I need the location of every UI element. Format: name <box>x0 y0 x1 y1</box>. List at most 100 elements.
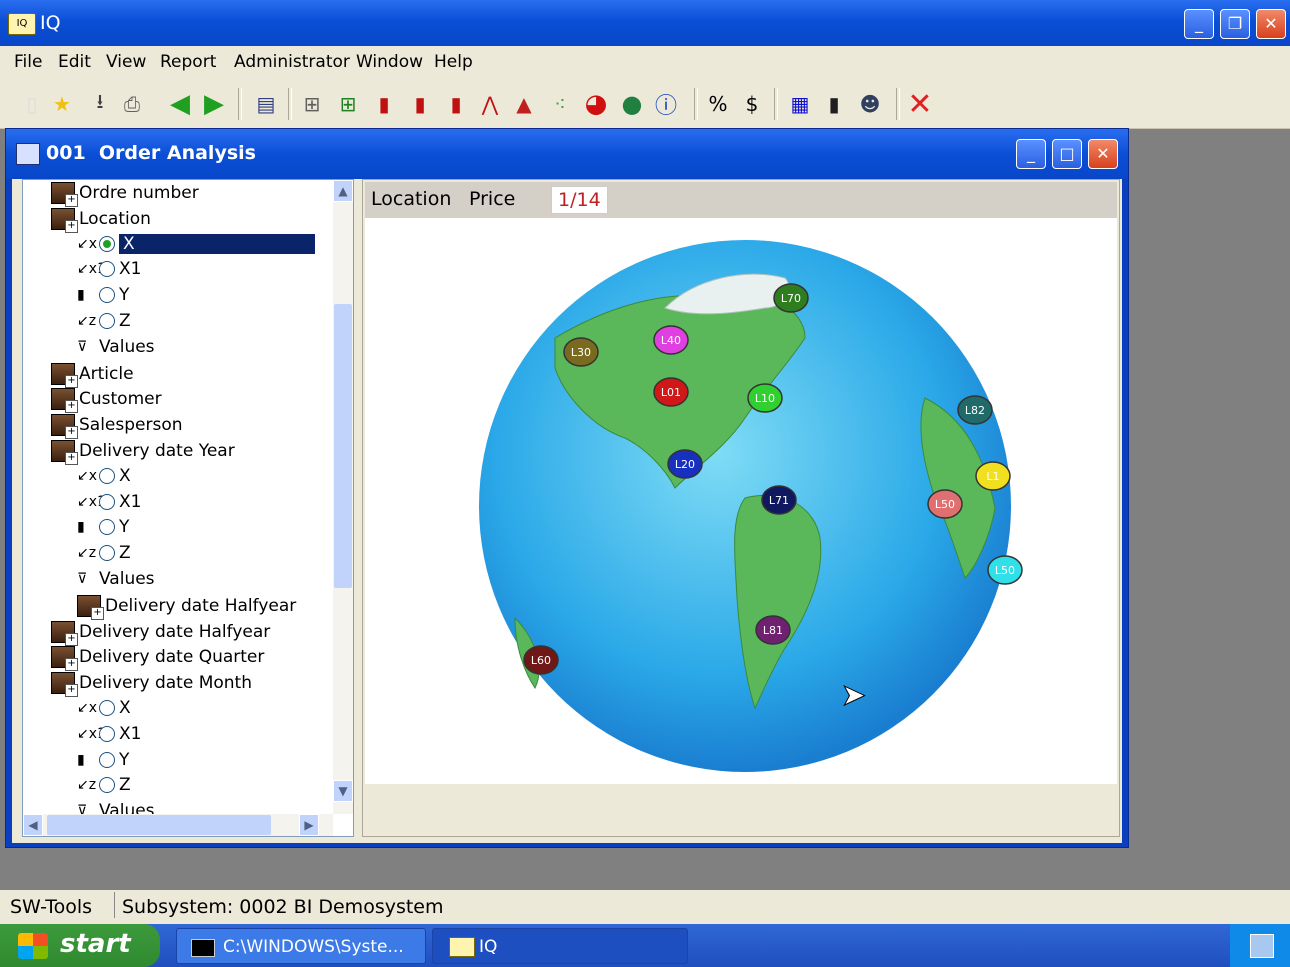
tree-row[interactable]: Delivery date Month <box>51 672 252 698</box>
header-price[interactable]: Price <box>469 188 515 210</box>
import-icon[interactable]: ⭳ <box>86 89 114 118</box>
tree-row[interactable]: ↙x1 X1 <box>77 492 141 518</box>
colors-icon[interactable]: ▦ <box>786 90 814 118</box>
axis-radio[interactable] <box>99 751 115 768</box>
axis-radio[interactable] <box>99 545 115 562</box>
location-marker[interactable]: L30 <box>563 337 599 367</box>
tree-row[interactable]: Delivery date Quarter <box>51 646 264 672</box>
menu-window[interactable]: Window <box>356 52 423 72</box>
taskbar-cmd[interactable]: C:\WINDOWS\Syste... <box>176 928 426 964</box>
app-title-bar[interactable]: IQ IQ _ ❐ ✕ <box>0 0 1290 46</box>
axis-radio[interactable] <box>99 700 115 716</box>
tree-row[interactable]: Customer <box>51 388 162 414</box>
tree-row[interactable]: Location <box>51 207 151 234</box>
pie-chart-icon[interactable]: ◕ <box>582 89 610 119</box>
globe-chart[interactable]: L70 L40 L30 L01 L10 L82 L20 L71 L1 L50 L50 L81 L60 ➤ <box>365 218 1117 784</box>
favorite-star-icon[interactable]: ★ <box>48 90 76 118</box>
globe-map-icon[interactable]: ● <box>618 90 646 118</box>
tree-row[interactable]: ↙x X <box>77 233 315 260</box>
tree-row[interactable]: Delivery date Year <box>51 440 235 466</box>
location-marker[interactable]: L1 <box>975 461 1011 491</box>
start-button[interactable]: start <box>0 924 160 967</box>
percent-icon[interactable]: % <box>704 90 732 118</box>
axis-radio[interactable] <box>99 261 115 278</box>
location-marker[interactable]: L01 <box>653 377 689 407</box>
menu-administrator[interactable]: Administrator <box>234 52 350 72</box>
tree-row[interactable]: Salesperson <box>51 414 183 440</box>
grid-icon[interactable]: ⊞ <box>298 90 326 118</box>
area-chart-icon[interactable]: ▲ <box>510 90 538 118</box>
tree-row[interactable]: ↙z Z <box>77 775 131 801</box>
add-grid-icon[interactable]: ⊞ <box>334 90 362 118</box>
taskbar-iq[interactable]: IQ <box>432 928 688 964</box>
axis-radio[interactable] <box>99 493 115 510</box>
print-icon[interactable]: ⎙ <box>118 90 146 118</box>
new-icon[interactable]: ▯ <box>18 90 46 118</box>
tree-row[interactable]: ▮ Y <box>77 750 129 776</box>
menu-report[interactable]: Report <box>160 52 216 72</box>
tree-row[interactable]: ↙z Z <box>77 311 131 337</box>
location-marker[interactable]: L60 <box>523 645 559 675</box>
forward-arrow-icon[interactable]: ▶ <box>200 89 228 119</box>
axis-radio[interactable] <box>99 467 115 484</box>
child-title-bar[interactable]: 001 Order Analysis _ □ ✕ <box>6 129 1128 179</box>
tree-row[interactable]: ↙x X <box>77 698 131 724</box>
location-marker[interactable]: L70 <box>773 283 809 313</box>
menu-view[interactable]: View <box>106 52 146 72</box>
column-chart-icon[interactable]: ▮ <box>406 90 434 118</box>
scroll-left-icon[interactable]: ◀ <box>23 814 43 836</box>
layout-icon[interactable]: ▤ <box>252 90 280 118</box>
header-location[interactable]: Location <box>371 188 451 210</box>
tree-row[interactable]: ↙z Z <box>77 543 131 569</box>
tree-row[interactable]: Ordre number <box>51 182 199 208</box>
tree-row[interactable]: ▮ Y <box>77 517 129 543</box>
tree-row[interactable]: ⊽ Values <box>77 337 155 363</box>
child-minimize-button[interactable]: _ <box>1016 139 1046 169</box>
scatter-chart-icon[interactable]: ⁖ <box>546 90 574 118</box>
traffic-light-icon[interactable]: ▮ <box>820 90 848 118</box>
axis-radio[interactable] <box>99 287 115 304</box>
users-icon[interactable]: ☻ <box>856 90 884 118</box>
tree-vertical-scrollbar[interactable]: ▲ ▼ <box>333 180 353 814</box>
child-close-button[interactable]: ✕ <box>1088 139 1118 169</box>
tree-row[interactable]: Article <box>51 362 134 389</box>
location-marker[interactable]: L20 <box>667 449 703 479</box>
delete-x-icon[interactable]: ✕ <box>906 87 934 122</box>
location-marker[interactable]: L81 <box>755 615 791 645</box>
scroll-down-icon[interactable]: ▼ <box>333 780 353 802</box>
info-icon[interactable]: ⓘ <box>652 90 680 119</box>
location-marker[interactable]: L71 <box>761 485 797 515</box>
menu-help[interactable]: Help <box>434 52 473 72</box>
scroll-up-icon[interactable]: ▲ <box>333 180 353 202</box>
location-marker[interactable]: L40 <box>653 325 689 355</box>
location-marker[interactable]: L50 <box>987 555 1023 585</box>
axis-radio[interactable] <box>99 235 115 252</box>
currency-icon[interactable]: $ <box>738 90 766 118</box>
stacked-chart-icon[interactable]: ▮ <box>442 90 470 118</box>
tree-row[interactable]: Delivery date Halfyear <box>51 620 270 647</box>
page-indicator[interactable]: 1/14 <box>551 186 608 214</box>
tree-row[interactable]: Delivery date Halfyear <box>77 594 296 621</box>
network-icon[interactable] <box>1250 934 1274 958</box>
location-marker[interactable]: L10 <box>747 383 783 413</box>
tree-row[interactable]: ↙x1 X1 <box>77 724 141 750</box>
restore-button[interactable]: ❐ <box>1220 9 1250 39</box>
axis-radio[interactable] <box>99 519 115 536</box>
dimension-tree[interactable]: Ordre numberLocation↙xX↙x1X1▮Y↙zZ⊽Values… <box>22 179 354 837</box>
scroll-right-icon[interactable]: ▶ <box>299 814 319 836</box>
child-maximize-button[interactable]: □ <box>1052 139 1082 169</box>
close-button[interactable]: ✕ <box>1256 9 1286 39</box>
menu-edit[interactable]: Edit <box>58 52 91 72</box>
location-marker[interactable]: L82 <box>957 395 993 425</box>
minimize-button[interactable]: _ <box>1184 9 1214 39</box>
axis-radio[interactable] <box>99 313 115 329</box>
tree-row[interactable]: ▮ Y <box>77 285 129 311</box>
tree-row[interactable]: ↙x X <box>77 466 131 492</box>
back-arrow-icon[interactable]: ◀ <box>166 89 194 119</box>
location-marker[interactable]: L50 <box>927 489 963 519</box>
bar-chart-icon[interactable]: ▮ <box>370 90 398 118</box>
line-chart-icon[interactable]: ⋀ <box>476 90 504 118</box>
scroll-thumb[interactable] <box>334 304 352 588</box>
tree-horizontal-scrollbar[interactable]: ◀ ▶ <box>23 814 333 836</box>
hscroll-thumb[interactable] <box>47 815 271 835</box>
